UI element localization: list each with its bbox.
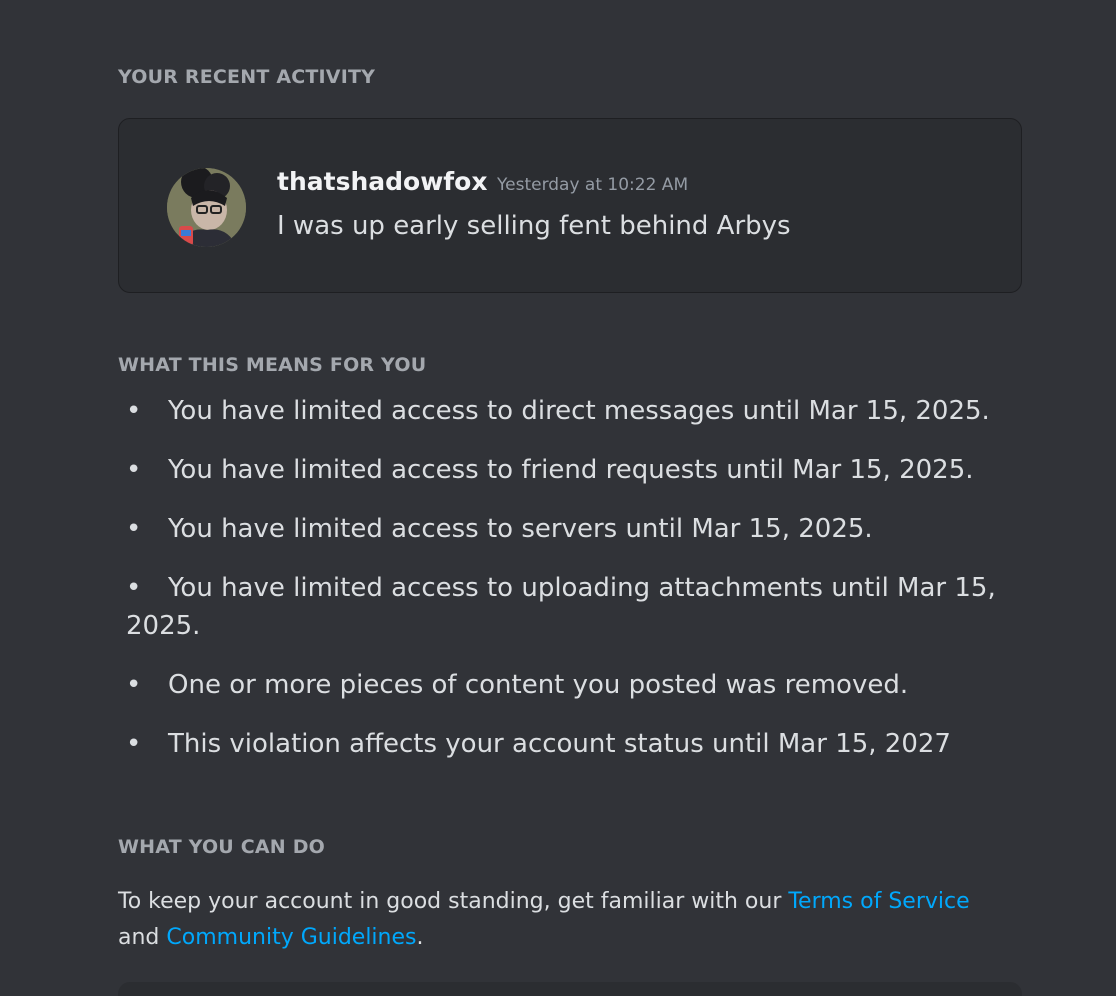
avatar-image bbox=[167, 168, 246, 247]
consequences-heading: WHAT THIS MEANS FOR YOU bbox=[118, 354, 427, 376]
what-you-can-do-text: To keep your account in good standing, g… bbox=[118, 884, 1038, 956]
recent-activity-card: thatshadowfox Yesterday at 10:22 AM I wa… bbox=[118, 118, 1022, 293]
consequences-list: • You have limited access to direct mess… bbox=[118, 392, 1018, 784]
account-standing-page: YOUR RECENT ACTIVITY thatshadowfox Yeste… bbox=[0, 0, 1116, 996]
next-card-edge bbox=[118, 982, 1022, 996]
list-item-text: You have limited access to servers until… bbox=[168, 514, 873, 544]
list-item-text: You have limited access to uploading att… bbox=[126, 573, 996, 641]
bullet-icon: • bbox=[126, 396, 142, 426]
bullet-icon: • bbox=[126, 455, 142, 485]
community-guidelines-link[interactable]: Community Guidelines bbox=[166, 925, 416, 950]
bullet-icon: • bbox=[126, 573, 142, 603]
avatar[interactable] bbox=[167, 168, 246, 247]
list-item-text: You have limited access to friend reques… bbox=[168, 455, 974, 485]
bullet-icon: • bbox=[126, 670, 142, 700]
list-item: • This violation affects your account st… bbox=[118, 725, 1018, 763]
list-item: • You have limited access to uploading a… bbox=[118, 569, 1018, 645]
cando-text-middle: and bbox=[118, 925, 167, 950]
list-item-text: You have limited access to direct messag… bbox=[168, 396, 990, 426]
bullet-icon: • bbox=[126, 514, 142, 544]
list-item: • One or more pieces of content you post… bbox=[118, 666, 1018, 704]
bullet-icon: • bbox=[126, 729, 142, 759]
terms-of-service-link[interactable]: Terms of Service bbox=[788, 889, 969, 914]
cando-text-after: . bbox=[416, 925, 424, 950]
list-item: • You have limited access to servers unt… bbox=[118, 510, 1018, 548]
message-username[interactable]: thatshadowfox bbox=[277, 167, 487, 196]
cando-text-before: To keep your account in good standing, g… bbox=[118, 889, 789, 914]
message-text: I was up early selling fent behind Arbys bbox=[277, 211, 791, 241]
list-item: • You have limited access to direct mess… bbox=[118, 392, 1018, 430]
list-item-text: This violation affects your account stat… bbox=[168, 729, 951, 759]
recent-activity-heading: YOUR RECENT ACTIVITY bbox=[118, 66, 376, 88]
list-item: • You have limited access to friend requ… bbox=[118, 451, 1018, 489]
what-you-can-do-heading: WHAT YOU CAN DO bbox=[118, 836, 326, 858]
list-item-text: One or more pieces of content you posted… bbox=[168, 670, 909, 700]
message-timestamp: Yesterday at 10:22 AM bbox=[497, 175, 689, 195]
